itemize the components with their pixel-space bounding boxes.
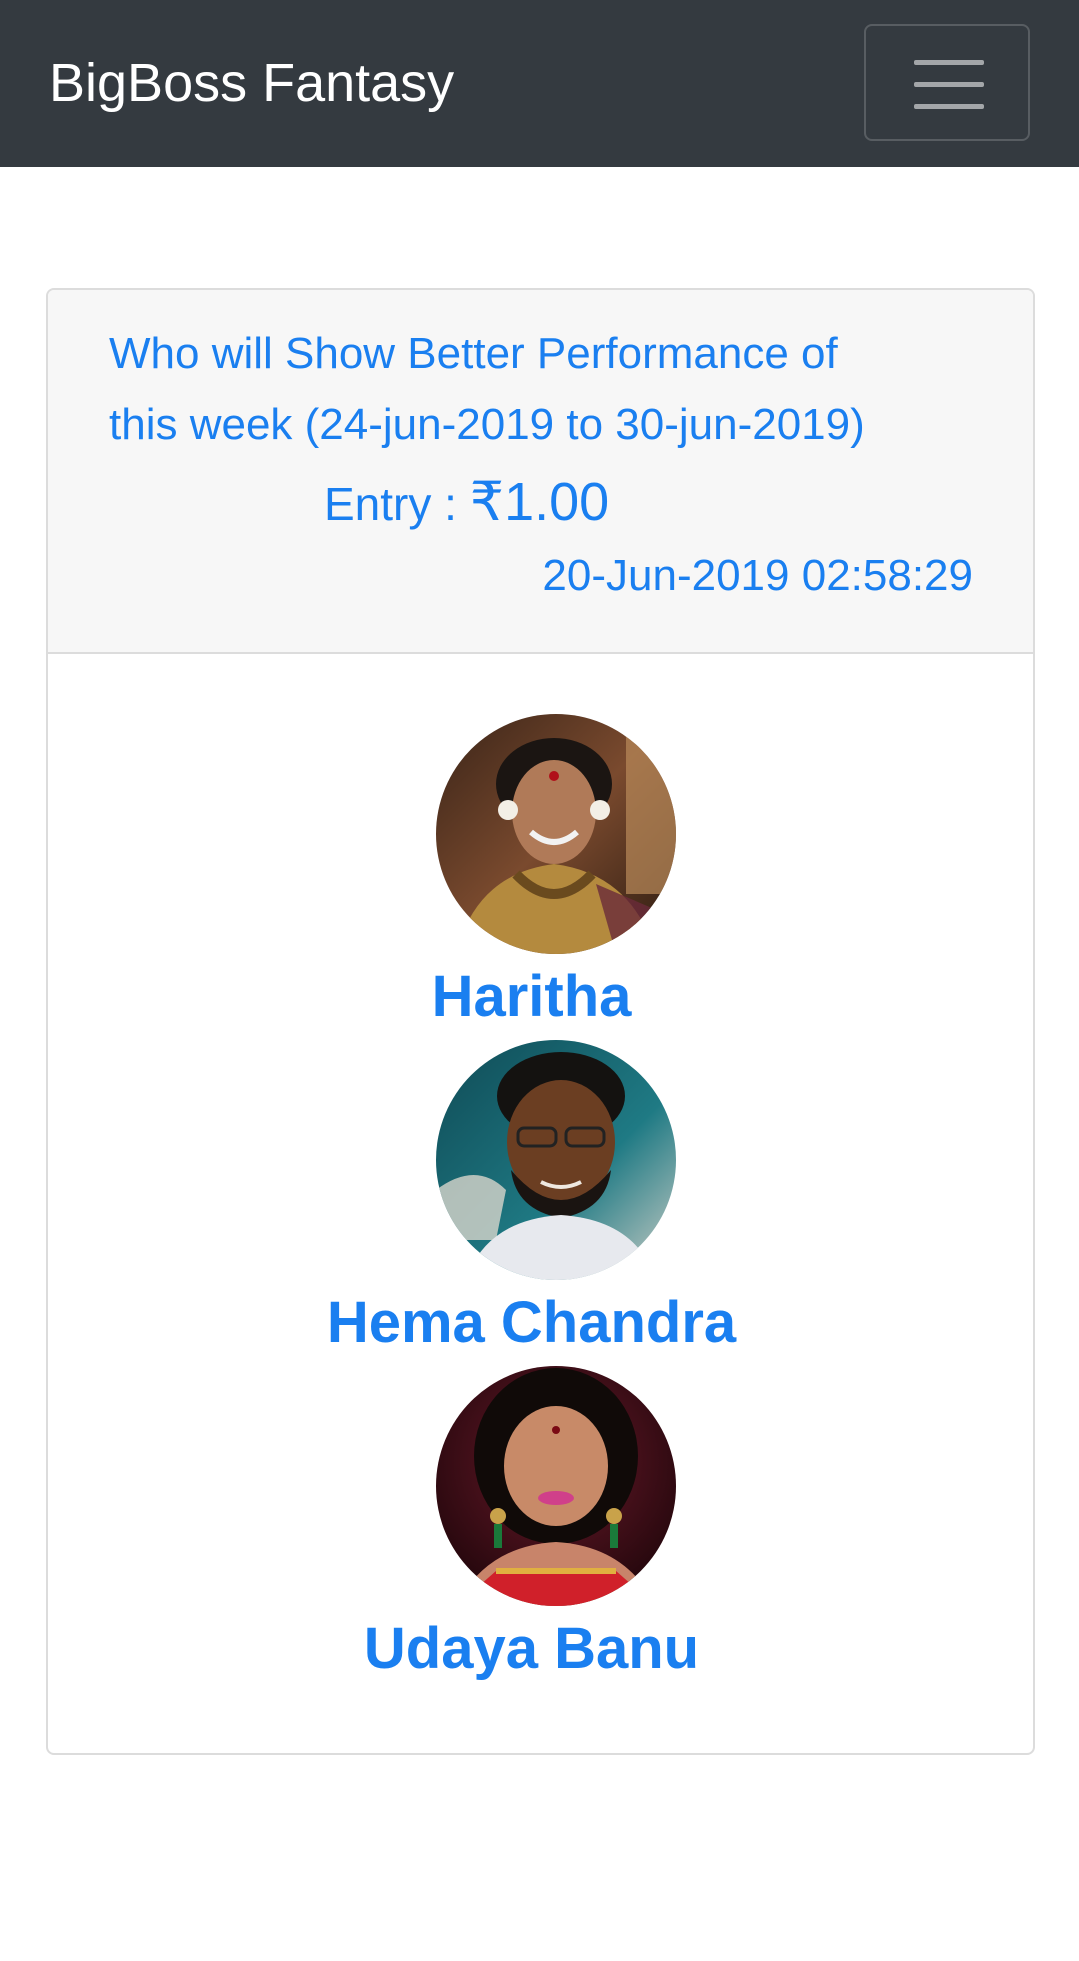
player-name: Haritha [431,964,632,1029]
contest-timestamp: 20-Jun-2019 02:58:29 [542,551,973,600]
player-name: Hema Chandra [326,1290,737,1355]
entry-label: Entry : [324,478,470,530]
entry-amount: 1.00 [504,472,610,532]
contest-card: Who will Show Better Performance of this… [46,288,1035,1755]
avatar [436,1040,676,1280]
avatar [436,714,676,954]
player-item-hema-chandra[interactable]: Hema Chandra [48,1040,1033,1360]
navbar-brand[interactable]: BigBoss Fantasy [49,50,454,116]
top-navbar: BigBoss Fantasy [0,0,1079,167]
contest-question-line-2: this week (24-jun-2019 to 30-jun-2019) [109,400,865,449]
player-name: Udaya Banu [363,1616,700,1681]
player-item-haritha[interactable]: Haritha [48,714,1033,1034]
player-item-udaya-banu[interactable]: Udaya Banu [48,1366,1033,1686]
contest-header[interactable]: Who will Show Better Performance of this… [48,290,1033,654]
rupee-icon: ₹ [469,472,505,532]
entry-fee: Entry : ₹1.00 [324,472,609,534]
avatar [436,1366,676,1606]
contest-question-line-1: Who will Show Better Performance of [109,329,838,378]
navbar-toggle-button[interactable] [864,24,1030,141]
